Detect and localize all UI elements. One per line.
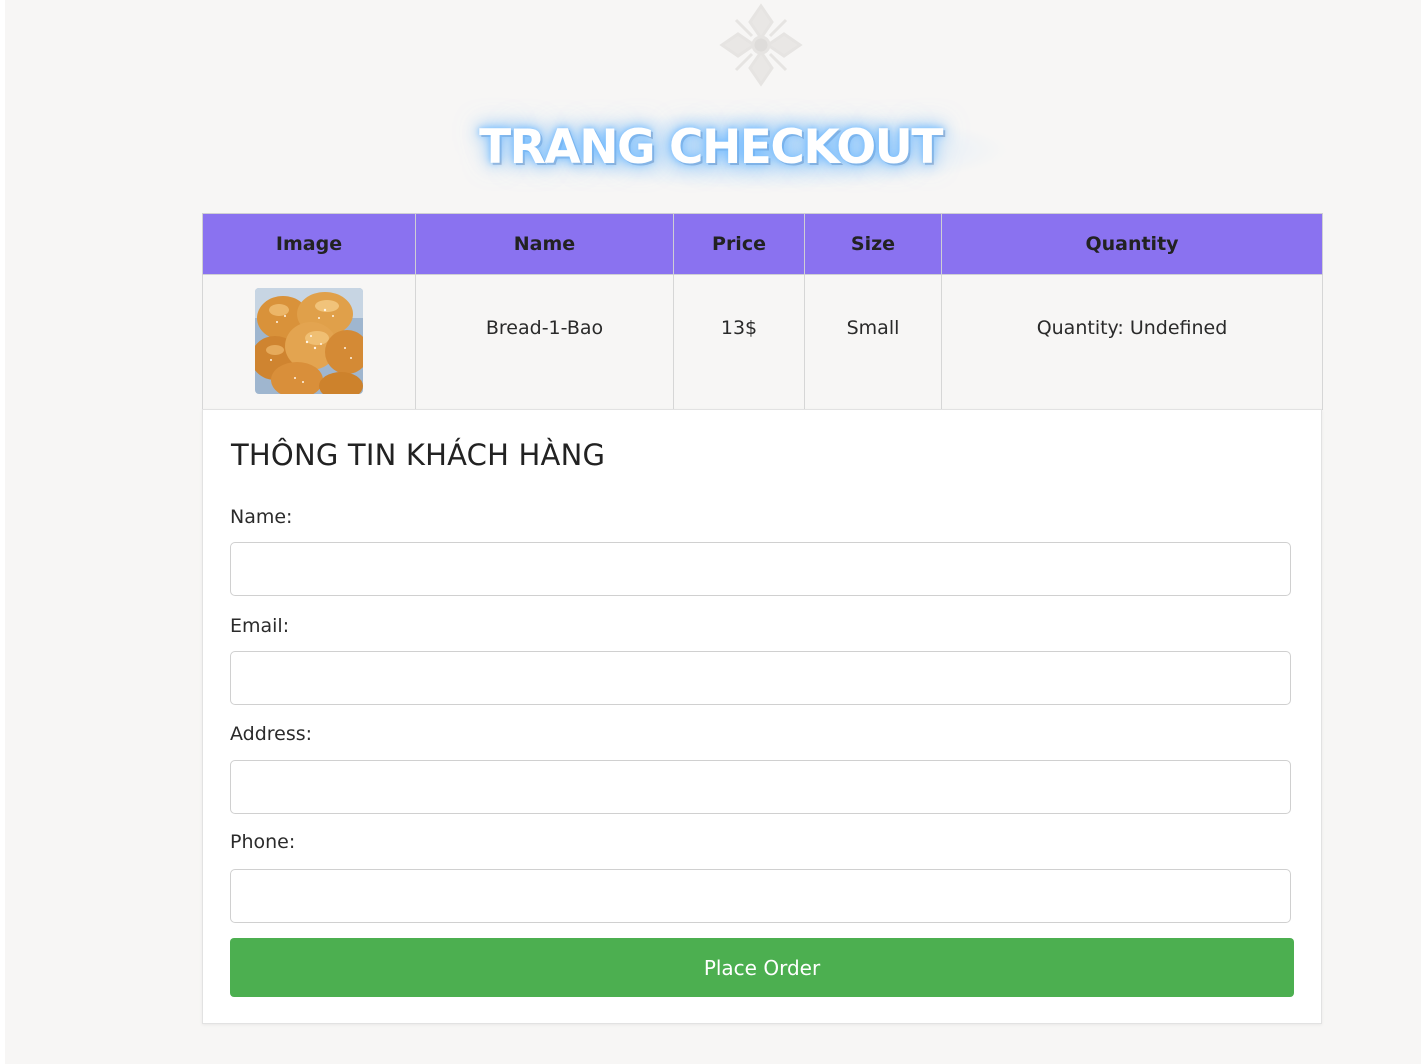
page-title: TRANG CHECKOUT bbox=[479, 120, 943, 175]
product-price: 13$ bbox=[720, 317, 758, 339]
product-image-cell bbox=[202, 274, 416, 410]
column-header-size: Size bbox=[804, 213, 942, 275]
product-size-cell: Small bbox=[804, 274, 942, 410]
column-header-quantity: Quantity bbox=[941, 213, 1323, 275]
product-quantity-cell: Quantity: Undefined bbox=[941, 274, 1323, 410]
table-header-row: Image Name Price Size Quantity bbox=[202, 213, 1323, 275]
product-size: Small bbox=[846, 317, 900, 339]
product-name: Bread-1-Bao bbox=[485, 317, 604, 339]
product-price-cell: 13$ bbox=[673, 274, 805, 410]
phone-field[interactable] bbox=[230, 869, 1291, 923]
address-field[interactable] bbox=[230, 760, 1291, 814]
email-label: Email: bbox=[230, 615, 290, 637]
column-header-image: Image bbox=[202, 213, 416, 275]
place-order-button[interactable]: Place Order bbox=[230, 938, 1294, 997]
name-field[interactable] bbox=[230, 542, 1291, 596]
product-name-cell: Bread-1-Bao bbox=[415, 274, 674, 410]
name-label: Name: bbox=[230, 506, 293, 528]
bread-buns-photo-icon bbox=[255, 288, 363, 394]
product-quantity: Quantity: Undefined bbox=[1036, 317, 1228, 339]
cart-table: Image Name Price Size Quantity Bread-1-B… bbox=[202, 213, 1323, 410]
address-label: Address: bbox=[230, 723, 313, 745]
column-header-price: Price bbox=[673, 213, 805, 275]
customer-info-form: THÔNG TIN KHÁCH HÀNG Name: Email: Addres… bbox=[202, 409, 1322, 1024]
ornamental-snowflake-logo-icon bbox=[719, 3, 803, 87]
email-field[interactable] bbox=[230, 651, 1291, 705]
column-header-name: Name bbox=[415, 213, 674, 275]
phone-label: Phone: bbox=[230, 831, 296, 853]
table-row: Bread-1-Bao 13$ Small Quantity: Undefine… bbox=[202, 274, 1323, 410]
form-heading: THÔNG TIN KHÁCH HÀNG bbox=[231, 438, 606, 472]
